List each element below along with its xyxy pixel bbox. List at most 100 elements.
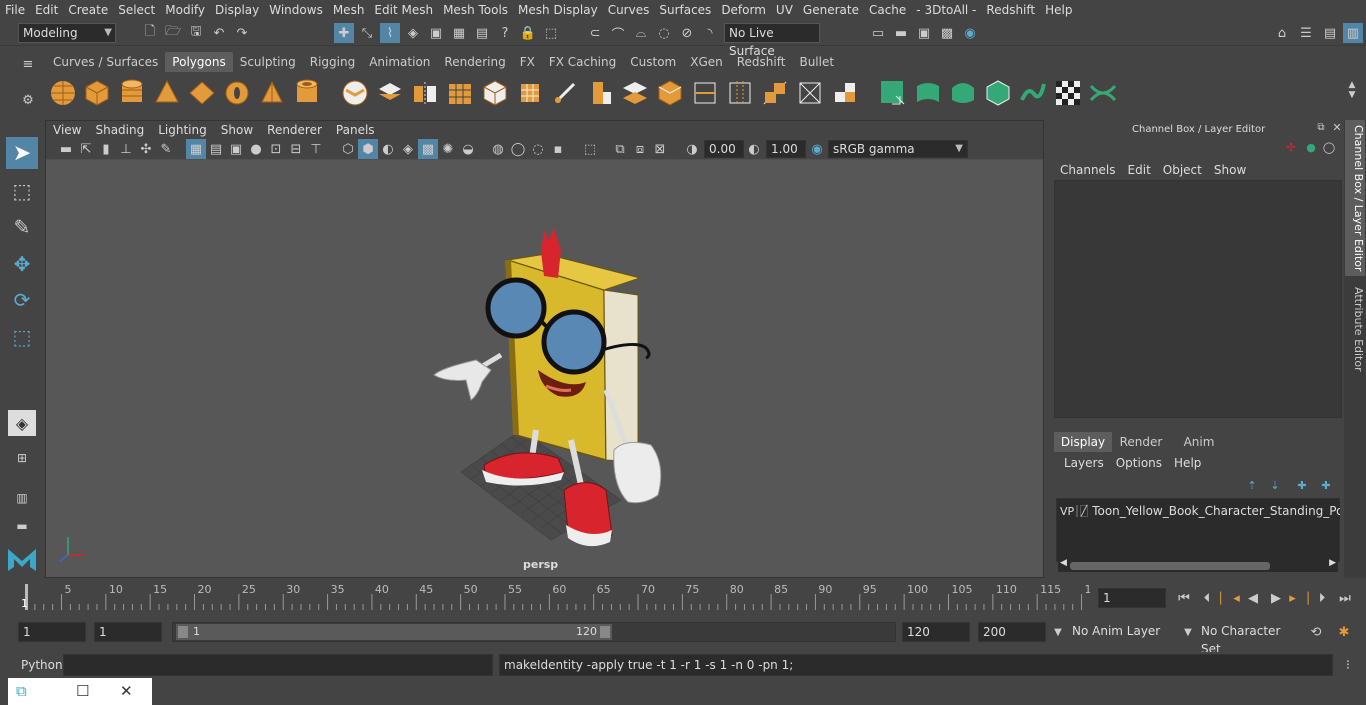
safe-action-icon[interactable]: ⊟ <box>286 139 306 159</box>
xray-icon[interactable]: ⧉ <box>610 139 630 159</box>
character-set-dropdown[interactable]: No Character Set <box>1197 622 1299 656</box>
uv-auto-icon[interactable] <box>983 78 1013 108</box>
layer-scroll-thumb[interactable] <box>1070 562 1270 570</box>
poly-cylinder-icon[interactable] <box>117 78 147 108</box>
rotate-tool-icon[interactable]: ⟳ <box>6 284 38 316</box>
poly-pipe-icon[interactable] <box>292 78 322 108</box>
poly-pyramid-icon[interactable] <box>257 78 287 108</box>
undo-icon[interactable]: ↶ <box>209 23 229 43</box>
smooth-shade-icon[interactable]: ⬢ <box>358 139 378 159</box>
hyper-icon[interactable]: ◯ <box>1322 140 1336 154</box>
attribute-editor-icon[interactable]: ▤ <box>1320 23 1340 43</box>
vp-menu-panels[interactable]: Panels <box>329 121 382 139</box>
tab-polygons[interactable]: Polygons <box>165 52 233 72</box>
tab-xgen[interactable]: XGen <box>683 52 730 72</box>
textured-icon[interactable]: ▩ <box>418 139 438 159</box>
lasso-icon[interactable]: ⌒ <box>608 23 628 43</box>
anim-layer-dropdown[interactable]: No Anim Layer <box>1068 622 1178 642</box>
vp-menu-renderer[interactable]: Renderer <box>260 121 329 139</box>
lock-icon[interactable]: 🔒 <box>518 23 538 43</box>
menu-surfaces[interactable]: Surfaces <box>654 3 716 17</box>
soft-select-icon[interactable]: ◌ <box>654 23 674 43</box>
layer-color-swatch[interactable]: ╱ <box>1080 505 1089 517</box>
default-material-icon[interactable]: ◐ <box>378 139 398 159</box>
image-plane-icon[interactable]: ⊥ <box>116 139 136 159</box>
layer-playback-toggle[interactable]: P <box>1068 505 1075 518</box>
gamma-icon[interactable]: ◐ <box>744 139 764 159</box>
script-editor-icon[interactable]: ⁝ <box>1338 655 1358 675</box>
menu-help[interactable]: Help <box>1040 3 1077 17</box>
ipr-render-icon[interactable]: ▣ <box>914 23 934 43</box>
reflect-icon[interactable]: ◝ <box>700 23 720 43</box>
tab-custom[interactable]: Custom <box>623 52 683 72</box>
play-forward-icon[interactable]: ▶ <box>1266 588 1286 608</box>
menu-edit-mesh[interactable]: Edit Mesh <box>369 3 438 17</box>
collapse-icon[interactable] <box>830 78 860 108</box>
colorspace-dropdown[interactable]: sRGB gamma ▼ <box>828 140 968 158</box>
field-chart-icon[interactable]: ⊡ <box>266 139 286 159</box>
vp-menu-show[interactable]: Show <box>214 121 260 139</box>
menuset-dropdown[interactable]: Modeling ▼ <box>18 23 116 43</box>
reduce-icon[interactable] <box>480 78 510 108</box>
live-surface-field[interactable]: No Live Surface <box>724 23 820 58</box>
menu-mesh-tools[interactable]: Mesh Tools <box>438 3 513 17</box>
quad-draw-icon[interactable] <box>550 78 580 108</box>
scale-tool-icon[interactable]: ⬚ <box>6 321 38 353</box>
tab-channel-box-vertical[interactable]: Channel Box / Layer Editor <box>1345 120 1365 276</box>
uv-unfold-icon[interactable] <box>1018 78 1048 108</box>
target-weld-icon[interactable] <box>760 78 790 108</box>
poly-cone-icon[interactable] <box>152 78 182 108</box>
exposure-field[interactable]: 0.00 <box>704 140 744 158</box>
question-icon[interactable]: ? <box>495 23 515 43</box>
tab-attribute-editor-vertical[interactable]: Attribute Editor <box>1345 284 1365 374</box>
poly-plane-icon[interactable] <box>187 78 217 108</box>
wireframe-icon[interactable]: ⬡ <box>338 139 358 159</box>
paint-select-tool-icon[interactable]: ✎ <box>6 211 38 243</box>
menu-3dtoall[interactable]: - 3DtoAll - <box>911 3 981 17</box>
isolate-select-icon[interactable]: ⬚ <box>580 139 600 159</box>
step-forward-icon[interactable]: ⏵ <box>1312 588 1332 608</box>
uv-planar-icon[interactable] <box>878 78 908 108</box>
open-scene-icon[interactable]: 🗁 <box>163 23 183 43</box>
move-tool-icon[interactable]: ✥ <box>6 248 38 280</box>
layer-name[interactable]: Toon_Yellow_Book_Character_Standing_Pose <box>1092 504 1340 518</box>
remesh-icon[interactable] <box>515 78 545 108</box>
manipulator-icon[interactable]: ✣ <box>1284 140 1298 154</box>
smooth-icon[interactable] <box>445 78 475 108</box>
exposure-icon[interactable]: ◑ <box>682 139 702 159</box>
layer-menu-options[interactable]: Options <box>1110 455 1168 471</box>
color-management-icon[interactable]: ◉ <box>807 139 827 159</box>
tab-rendering[interactable]: Rendering <box>437 52 512 72</box>
depth-of-field-icon[interactable]: ▪ <box>548 139 568 159</box>
film-gate-icon[interactable]: ▤ <box>206 139 226 159</box>
combine-icon[interactable] <box>340 78 370 108</box>
speed-icon[interactable]: ● <box>1304 140 1318 154</box>
camera-attr-icon[interactable]: ⇱ <box>76 139 96 159</box>
hypershade-icon[interactable]: ◉ <box>960 23 980 43</box>
cb-menu-edit[interactable]: Edit <box>1122 162 1157 178</box>
maximize-icon[interactable]: ☐ <box>76 682 89 700</box>
menu-deform[interactable]: Deform <box>716 3 771 17</box>
tab-render[interactable]: Render <box>1112 432 1170 452</box>
tab-anim[interactable]: Anim <box>1170 432 1228 452</box>
go-to-end-icon[interactable]: ⏭ <box>1335 588 1355 608</box>
extrude-icon[interactable] <box>585 78 615 108</box>
menu-mesh-display[interactable]: Mesh Display <box>513 3 603 17</box>
new-scene-icon[interactable]: 🗋 <box>140 23 160 43</box>
shelf-scroll-icon[interactable]: ▲ ▼ <box>1342 80 1362 100</box>
separate-icon[interactable] <box>375 78 405 108</box>
menu-display[interactable]: Display <box>210 3 264 17</box>
scroll-right-icon[interactable]: ▶ <box>1329 558 1336 568</box>
go-to-start-icon[interactable]: ⏮ <box>1174 588 1194 608</box>
four-view-icon[interactable]: ⊞ <box>8 444 36 472</box>
scene-end-field[interactable]: 200 <box>978 622 1046 642</box>
multi-cut-icon[interactable] <box>690 78 720 108</box>
step-forward-key-icon[interactable]: ▸⎹ <box>1289 588 1309 608</box>
poly-cube-icon[interactable] <box>82 78 112 108</box>
poly-sphere-icon[interactable] <box>48 78 78 108</box>
menu-uv[interactable]: UV <box>771 3 798 17</box>
layer-row[interactable]: V P ╱ Toon_Yellow_Book_Character_Standin… <box>1060 502 1340 520</box>
modeling-toolkit-icon[interactable]: ☰ <box>1296 23 1316 43</box>
outliner-view-icon[interactable]: ▥ <box>8 484 36 512</box>
channel-list[interactable] <box>1054 180 1342 418</box>
